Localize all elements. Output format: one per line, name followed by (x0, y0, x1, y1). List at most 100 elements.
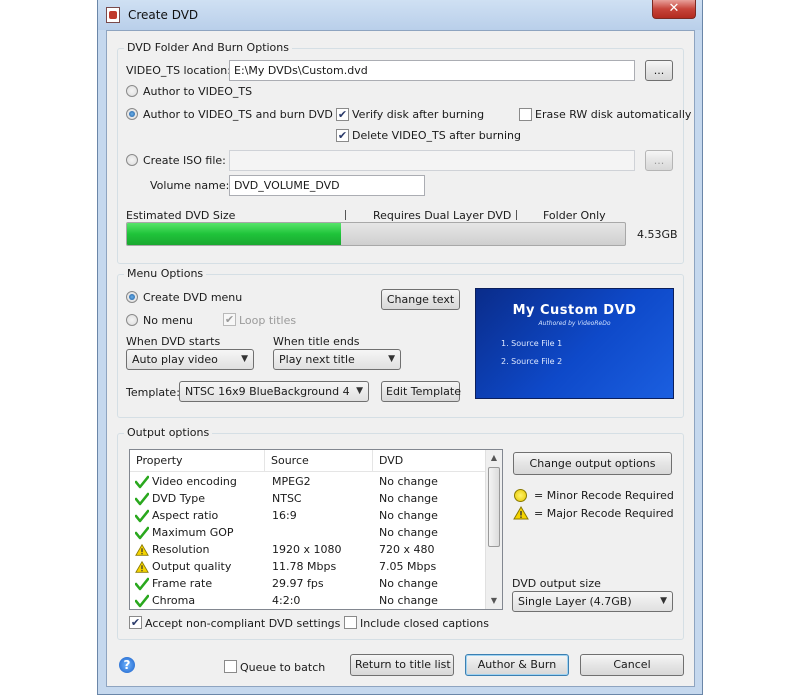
iso-file-input[interactable] (229, 150, 635, 171)
iso-browse-button[interactable]: ... (645, 150, 673, 171)
cell-dvd: No change (379, 492, 438, 505)
table-row[interactable]: Chroma 4:2:0 No change (130, 593, 487, 609)
cell-source: MPEG2 (272, 475, 311, 488)
cell-dvd: 720 x 480 (379, 543, 435, 556)
cell-property: DVD Type (152, 492, 206, 505)
help-icon[interactable]: ? (119, 657, 135, 673)
chevron-down-icon: ▼ (356, 386, 363, 396)
when-ends-value: Play next title (279, 353, 355, 366)
table-row[interactable]: Resolution 1920 x 1080 720 x 480 (130, 542, 487, 559)
cell-property: Resolution (152, 543, 210, 556)
author-burn-radio[interactable] (126, 108, 138, 120)
closed-captions-checkbox[interactable] (344, 616, 357, 629)
template-value: NTSC 16x9 BlueBackground 4 (185, 385, 350, 398)
template-select[interactable]: NTSC 16x9 BlueBackground 4 ▼ (179, 381, 369, 402)
column-header-source[interactable]: Source (265, 450, 373, 472)
folder-only-label: Folder Only (543, 209, 606, 222)
change-output-options-button[interactable]: Change output options (513, 452, 672, 475)
video-ts-location-input[interactable]: E:\My DVDs\Custom.dvd (229, 60, 635, 81)
delete-video-ts-label: Delete VIDEO_TS after burning (352, 129, 521, 142)
preview-subtitle: Authored by VideoReDo (538, 320, 611, 327)
chevron-down-icon: ▼ (241, 354, 248, 364)
window-title: Create DVD (128, 8, 199, 22)
when-starts-select[interactable]: Auto play video ▼ (126, 349, 254, 370)
dual-layer-label: Requires Dual Layer DVD (373, 209, 512, 222)
close-button[interactable]: ✕ (652, 0, 696, 19)
dvd-folder-group-label: DVD Folder And Burn Options (124, 41, 292, 54)
output-options-group-label: Output options (124, 426, 213, 439)
cell-property: Frame rate (152, 577, 213, 590)
dvd-output-size-value: Single Layer (4.7GB) (518, 595, 632, 608)
yellow-circle-icon (514, 489, 527, 502)
table-row[interactable]: Video encoding MPEG2 No change (130, 474, 487, 491)
when-starts-label: When DVD starts (126, 335, 221, 348)
estimated-size-label: Estimated DVD Size (126, 209, 236, 222)
loop-titles-checkbox[interactable]: ✔ (223, 313, 236, 326)
preview-item: 2. Source File 2 (501, 357, 563, 366)
cell-dvd: No change (379, 594, 438, 607)
cell-source: 1920 x 1080 (272, 543, 342, 556)
table-scrollbar[interactable]: ▲ ▼ (485, 450, 502, 609)
table-row[interactable]: Output quality 11.78 Mbps 7.05 Mbps (130, 559, 487, 576)
cell-source: NTSC (272, 492, 302, 505)
when-ends-select[interactable]: Play next title ▼ (273, 349, 401, 370)
create-menu-radio[interactable] (126, 291, 138, 303)
return-to-title-list-button[interactable]: Return to title list (350, 654, 454, 676)
table-row[interactable]: Maximum GOP No change (130, 525, 487, 542)
change-text-button[interactable]: Change text (381, 289, 460, 310)
cell-dvd: No change (379, 577, 438, 590)
verify-disk-checkbox[interactable]: ✔ (336, 108, 349, 121)
author-burn-button[interactable]: Author & Burn (465, 654, 569, 676)
green-checkmark-icon (135, 475, 149, 489)
green-checkmark-icon (135, 594, 149, 608)
queue-to-batch-checkbox[interactable] (224, 660, 237, 673)
author-burn-label: Author to VIDEO_TS and burn DVD (143, 108, 333, 121)
when-starts-value: Auto play video (132, 353, 218, 366)
column-header-property[interactable]: Property (130, 450, 265, 472)
no-menu-radio[interactable] (126, 314, 138, 326)
video-ts-label: VIDEO_TS location: (126, 64, 231, 77)
cell-property: Maximum GOP (152, 526, 234, 539)
table-header: Property Source DVD (130, 450, 487, 472)
cancel-button[interactable]: Cancel (580, 654, 684, 676)
output-properties-table[interactable]: Property Source DVD Video encoding MPEG2 N… (129, 449, 503, 610)
template-label: Template: (126, 386, 180, 399)
column-header-dvd[interactable]: DVD (373, 450, 487, 472)
scrollbar-thumb[interactable] (488, 467, 500, 547)
title-bar[interactable]: Create DVD ✕ (98, 0, 702, 30)
accept-noncompliant-checkbox[interactable]: ✔ (129, 616, 142, 629)
cell-source: 11.78 Mbps (272, 560, 337, 573)
menu-options-group-label: Menu Options (124, 267, 207, 280)
chevron-down-icon: ▼ (660, 596, 667, 606)
when-ends-label: When title ends (273, 335, 360, 348)
cell-source: 29.97 fps (272, 577, 324, 590)
create-menu-label: Create DVD menu (143, 291, 243, 304)
erase-rw-checkbox[interactable] (519, 108, 532, 121)
green-checkmark-icon (135, 492, 149, 506)
create-iso-radio[interactable] (126, 154, 138, 166)
edit-template-button[interactable]: Edit Template (381, 381, 461, 402)
table-row[interactable]: Frame rate 29.97 fps No change (130, 576, 487, 593)
volume-name-input[interactable]: DVD_VOLUME_DVD (229, 175, 425, 196)
scroll-up-icon[interactable]: ▲ (486, 450, 502, 466)
menu-preview: My Custom DVD Authored by VideoReDo 1. S… (475, 288, 674, 399)
cell-source: 4:2:0 (272, 594, 301, 607)
green-checkmark-icon (135, 577, 149, 591)
volume-name-label: Volume name: (150, 179, 230, 192)
author-only-radio[interactable] (126, 85, 138, 97)
cell-dvd: 7.05 Mbps (379, 560, 437, 573)
dvd-folder-group: DVD Folder And Burn Options VIDEO_TS loc… (117, 41, 691, 264)
cell-source: 16:9 (272, 509, 297, 522)
cell-property: Output quality (152, 560, 232, 573)
video-ts-browse-button[interactable]: ... (645, 60, 673, 81)
table-row[interactable]: DVD Type NTSC No change (130, 491, 487, 508)
green-checkmark-icon (135, 509, 149, 523)
cell-dvd: No change (379, 475, 438, 488)
delete-video-ts-checkbox[interactable]: ✔ (336, 129, 349, 142)
table-row[interactable]: Aspect ratio 16:9 No change (130, 508, 487, 525)
yellow-warning-triangle-icon (135, 543, 149, 556)
dvd-output-size-select[interactable]: Single Layer (4.7GB) ▼ (512, 591, 673, 612)
scroll-down-icon[interactable]: ▼ (486, 593, 502, 609)
verify-disk-label: Verify disk after burning (352, 108, 485, 121)
accept-noncompliant-label: Accept non-compliant DVD settings (145, 617, 341, 630)
